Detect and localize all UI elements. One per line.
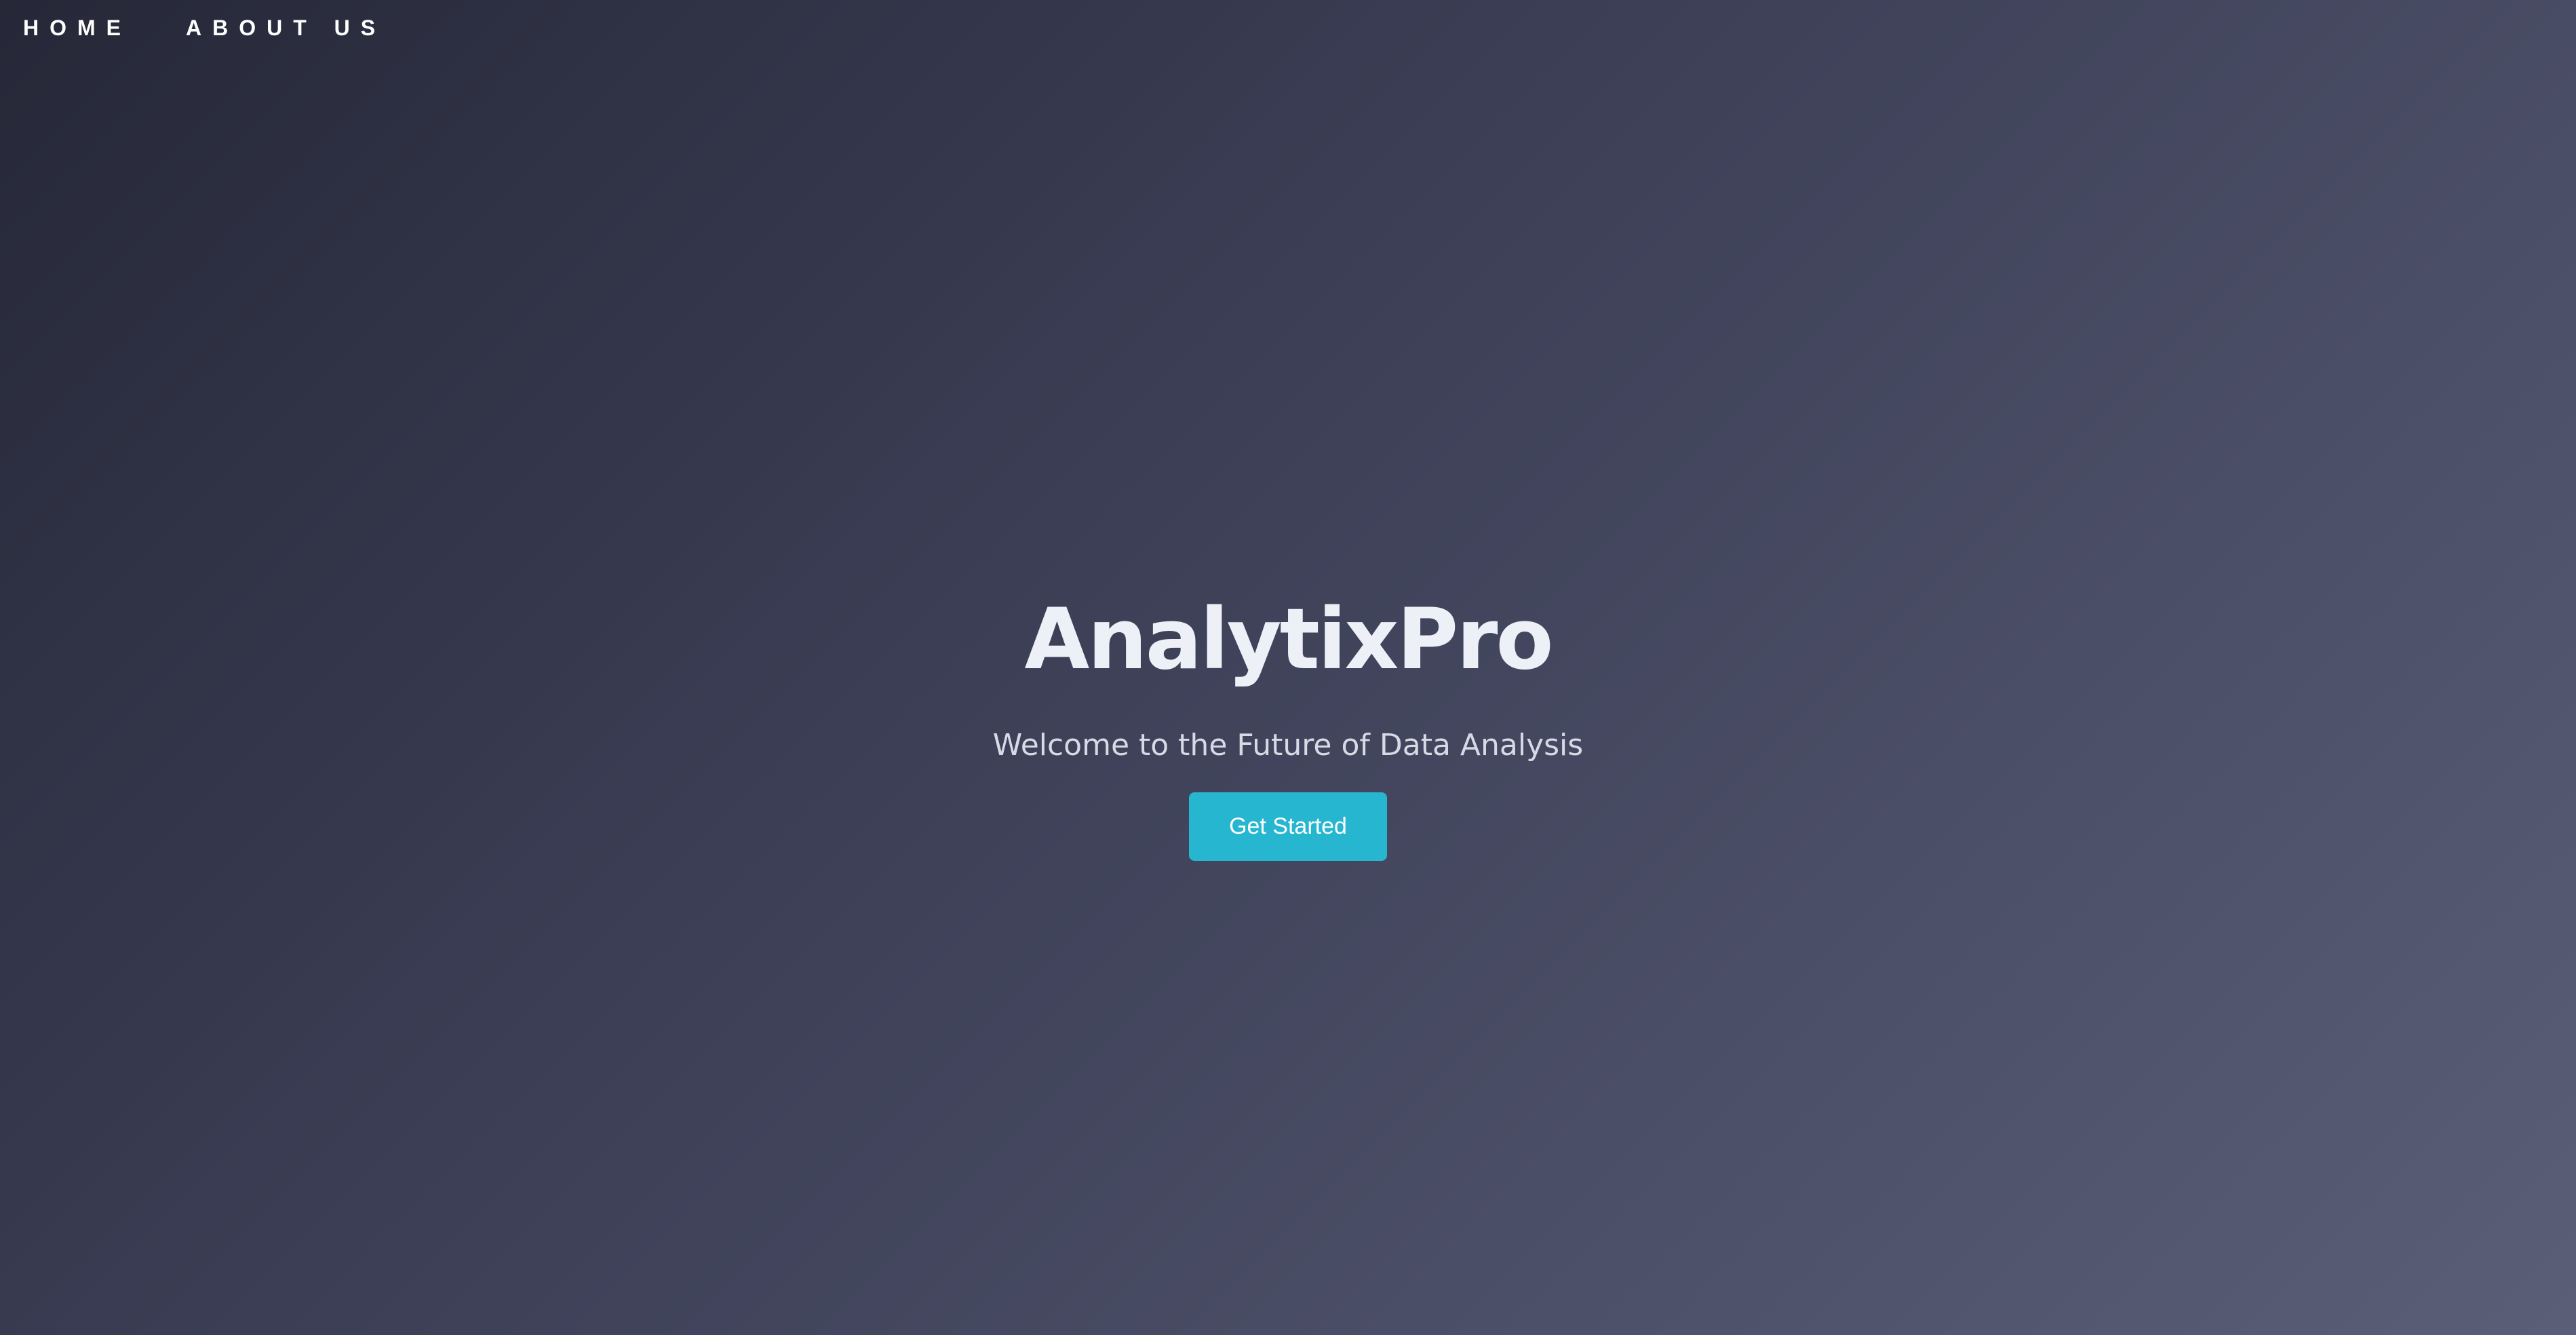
hero-subtitle: Welcome to the Future of Data Analysis	[992, 728, 1584, 762]
top-navigation: HOME ABOUT US	[23, 14, 386, 42]
nav-link-about-us[interactable]: ABOUT US	[186, 14, 386, 42]
hero-title: AnalytixPro	[1024, 591, 1553, 689]
nav-link-home[interactable]: HOME	[23, 14, 132, 42]
get-started-button[interactable]: Get Started	[1189, 792, 1387, 861]
hero-section: AnalytixPro Welcome to the Future of Dat…	[0, 582, 2576, 861]
